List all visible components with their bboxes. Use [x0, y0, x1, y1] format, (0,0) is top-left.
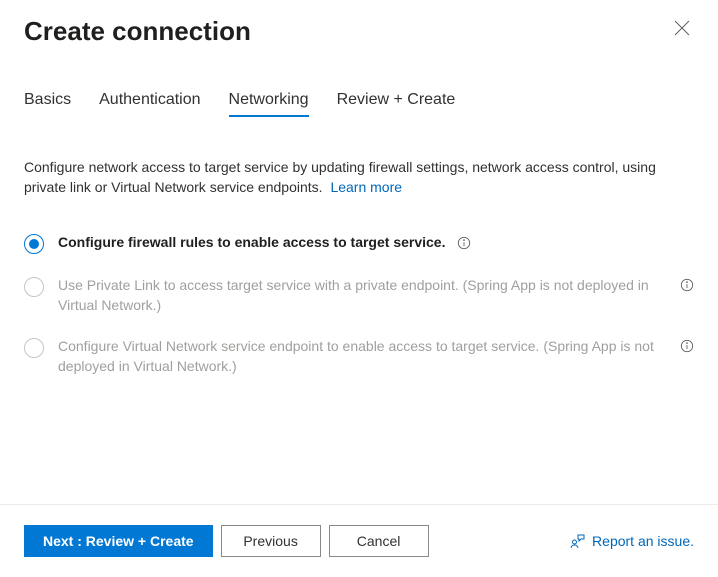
- radio-vnet-endpoint: [24, 338, 44, 358]
- info-icon[interactable]: [457, 236, 471, 250]
- info-icon[interactable]: [680, 339, 694, 353]
- option-firewall[interactable]: Configure firewall rules to enable acces…: [24, 233, 694, 254]
- option-vnet-endpoint-label: Configure Virtual Network service endpoi…: [58, 337, 694, 376]
- tab-authentication[interactable]: Authentication: [99, 91, 200, 117]
- radio-private-link: [24, 277, 44, 297]
- tab-bar: Basics Authentication Networking Review …: [24, 91, 694, 118]
- option-firewall-label: Configure firewall rules to enable acces…: [58, 233, 694, 253]
- learn-more-link[interactable]: Learn more: [330, 179, 402, 195]
- option-firewall-text: Configure firewall rules to enable acces…: [58, 234, 445, 250]
- description-text: Configure network access to target servi…: [24, 158, 694, 197]
- previous-button[interactable]: Previous: [221, 525, 321, 557]
- close-icon[interactable]: [670, 16, 694, 40]
- tab-review-create[interactable]: Review + Create: [337, 91, 456, 117]
- tab-networking[interactable]: Networking: [229, 91, 309, 117]
- tab-basics[interactable]: Basics: [24, 91, 71, 117]
- footer-bar: Next : Review + Create Previous Cancel R…: [0, 504, 718, 577]
- page-title: Create connection: [24, 16, 251, 47]
- report-issue-text: Report an issue.: [592, 533, 694, 549]
- person-feedback-icon: [570, 533, 586, 549]
- next-button[interactable]: Next : Review + Create: [24, 525, 213, 557]
- networking-options: Configure firewall rules to enable acces…: [24, 233, 694, 376]
- option-private-link: Use Private Link to access target servic…: [24, 276, 694, 315]
- report-issue-link[interactable]: Report an issue.: [570, 533, 694, 549]
- radio-firewall[interactable]: [24, 234, 44, 254]
- info-icon[interactable]: [680, 278, 694, 292]
- cancel-button[interactable]: Cancel: [329, 525, 429, 557]
- option-vnet-endpoint: Configure Virtual Network service endpoi…: [24, 337, 694, 376]
- option-private-link-label: Use Private Link to access target servic…: [58, 276, 694, 315]
